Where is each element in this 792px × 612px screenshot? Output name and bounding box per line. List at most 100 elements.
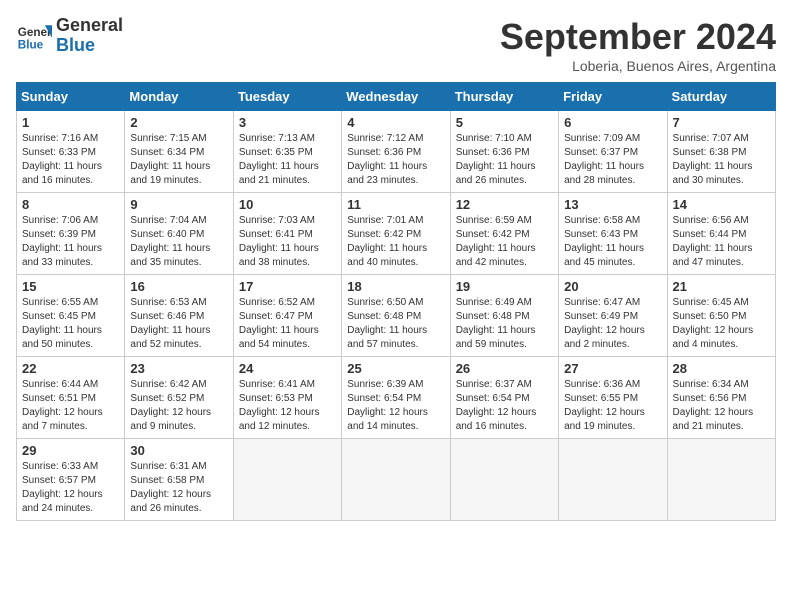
table-row: 21 Sunrise: 6:45 AMSunset: 6:50 PMDayligh…	[667, 275, 775, 357]
cell-info: Sunrise: 6:56 AMSunset: 6:44 PMDaylight:…	[673, 215, 753, 268]
day-number: 3	[239, 115, 336, 130]
table-row: 24 Sunrise: 6:41 AMSunset: 6:53 PMDayligh…	[233, 357, 341, 439]
cell-info: Sunrise: 7:01 AMSunset: 6:42 PMDaylight:…	[347, 215, 427, 268]
table-row: 18 Sunrise: 6:50 AMSunset: 6:48 PMDayligh…	[342, 275, 450, 357]
title-block: September 2024 Loberia, Buenos Aires, Ar…	[500, 16, 776, 74]
day-number: 6	[564, 115, 661, 130]
day-number: 14	[673, 197, 770, 212]
cell-info: Sunrise: 6:42 AMSunset: 6:52 PMDaylight:…	[130, 379, 211, 432]
cell-info: Sunrise: 6:55 AMSunset: 6:45 PMDaylight:…	[22, 297, 102, 350]
day-number: 4	[347, 115, 444, 130]
cell-info: Sunrise: 7:15 AMSunset: 6:34 PMDaylight:…	[130, 133, 210, 186]
cell-info: Sunrise: 6:34 AMSunset: 6:56 PMDaylight:…	[673, 379, 754, 432]
cell-info: Sunrise: 6:33 AMSunset: 6:57 PMDaylight:…	[22, 461, 103, 514]
table-row: 2 Sunrise: 7:15 AMSunset: 6:34 PMDaylight…	[125, 111, 233, 193]
calendar-header-row: Sunday Monday Tuesday Wednesday Thursday…	[17, 83, 776, 111]
cell-info: Sunrise: 6:50 AMSunset: 6:48 PMDaylight:…	[347, 297, 427, 350]
table-row: 30 Sunrise: 6:31 AMSunset: 6:58 PMDayligh…	[125, 439, 233, 521]
table-row	[342, 439, 450, 521]
table-row: 29 Sunrise: 6:33 AMSunset: 6:57 PMDayligh…	[17, 439, 125, 521]
calendar-week-row: 8Sunrise: 7:06 AMSunset: 6:39 PMDaylight…	[17, 193, 776, 275]
table-row: 25Sunrise: 6:39 AMSunset: 6:54 PMDayligh…	[342, 357, 450, 439]
day-number: 2	[130, 115, 227, 130]
day-number: 15	[22, 279, 119, 294]
cell-info: Sunrise: 6:47 AMSunset: 6:49 PMDaylight:…	[564, 297, 645, 350]
cell-info: Sunrise: 7:04 AMSunset: 6:40 PMDaylight:…	[130, 215, 210, 268]
table-row: 12 Sunrise: 6:59 AMSunset: 6:42 PMDayligh…	[450, 193, 558, 275]
col-friday: Friday	[559, 83, 667, 111]
table-row	[450, 439, 558, 521]
day-number: 8	[22, 197, 119, 212]
col-tuesday: Tuesday	[233, 83, 341, 111]
logo: General Blue General Blue	[16, 16, 123, 56]
day-number: 17	[239, 279, 336, 294]
col-wednesday: Wednesday	[342, 83, 450, 111]
table-row: 8Sunrise: 7:06 AMSunset: 6:39 PMDaylight…	[17, 193, 125, 275]
cell-info: Sunrise: 6:31 AMSunset: 6:58 PMDaylight:…	[130, 461, 211, 514]
col-monday: Monday	[125, 83, 233, 111]
table-row: 26 Sunrise: 6:37 AMSunset: 6:54 PMDayligh…	[450, 357, 558, 439]
day-number: 13	[564, 197, 661, 212]
day-number: 16	[130, 279, 227, 294]
cell-info: Sunrise: 7:03 AMSunset: 6:41 PMDaylight:…	[239, 215, 319, 268]
cell-info: Sunrise: 6:59 AMSunset: 6:42 PMDaylight:…	[456, 215, 536, 268]
day-number: 23	[130, 361, 227, 376]
month-title: September 2024	[500, 16, 776, 58]
day-number: 5	[456, 115, 553, 130]
day-number: 21	[673, 279, 770, 294]
table-row: 17Sunrise: 6:52 AMSunset: 6:47 PMDayligh…	[233, 275, 341, 357]
day-number: 1	[22, 115, 119, 130]
table-row: 27Sunrise: 6:36 AMSunset: 6:55 PMDayligh…	[559, 357, 667, 439]
logo-icon: General Blue	[16, 18, 52, 54]
cell-info: Sunrise: 6:41 AMSunset: 6:53 PMDaylight:…	[239, 379, 320, 432]
cell-info: Sunrise: 6:39 AMSunset: 6:54 PMDaylight:…	[347, 379, 428, 432]
day-number: 11	[347, 197, 444, 212]
table-row: 1 Sunrise: 7:16 AMSunset: 6:33 PMDaylight…	[17, 111, 125, 193]
table-row: 28 Sunrise: 6:34 AMSunset: 6:56 PMDayligh…	[667, 357, 775, 439]
col-sunday: Sunday	[17, 83, 125, 111]
day-number: 9	[130, 197, 227, 212]
calendar-week-row: 29 Sunrise: 6:33 AMSunset: 6:57 PMDayligh…	[17, 439, 776, 521]
day-number: 12	[456, 197, 553, 212]
day-number: 28	[673, 361, 770, 376]
col-thursday: Thursday	[450, 83, 558, 111]
day-number: 19	[456, 279, 553, 294]
cell-info: Sunrise: 7:16 AMSunset: 6:33 PMDaylight:…	[22, 133, 102, 186]
table-row	[233, 439, 341, 521]
cell-info: Sunrise: 6:49 AMSunset: 6:48 PMDaylight:…	[456, 297, 536, 350]
table-row	[559, 439, 667, 521]
calendar-table: Sunday Monday Tuesday Wednesday Thursday…	[16, 82, 776, 521]
table-row: 3Sunrise: 7:13 AMSunset: 6:35 PMDaylight…	[233, 111, 341, 193]
cell-info: Sunrise: 6:58 AMSunset: 6:43 PMDaylight:…	[564, 215, 644, 268]
table-row: 14 Sunrise: 6:56 AMSunset: 6:44 PMDayligh…	[667, 193, 775, 275]
table-row: 4Sunrise: 7:12 AMSunset: 6:36 PMDaylight…	[342, 111, 450, 193]
logo-blue-text: Blue	[56, 36, 123, 56]
day-number: 27	[564, 361, 661, 376]
day-number: 30	[130, 443, 227, 458]
table-row: 20 Sunrise: 6:47 AMSunset: 6:49 PMDayligh…	[559, 275, 667, 357]
table-row: 5Sunrise: 7:10 AMSunset: 6:36 PMDaylight…	[450, 111, 558, 193]
day-number: 22	[22, 361, 119, 376]
col-saturday: Saturday	[667, 83, 775, 111]
cell-info: Sunrise: 6:45 AMSunset: 6:50 PMDaylight:…	[673, 297, 754, 350]
table-row: 23 Sunrise: 6:42 AMSunset: 6:52 PMDayligh…	[125, 357, 233, 439]
day-number: 10	[239, 197, 336, 212]
table-row: 11 Sunrise: 7:01 AMSunset: 6:42 PMDayligh…	[342, 193, 450, 275]
cell-info: Sunrise: 6:44 AMSunset: 6:51 PMDaylight:…	[22, 379, 103, 432]
location-text: Loberia, Buenos Aires, Argentina	[500, 58, 776, 74]
day-number: 29	[22, 443, 119, 458]
day-number: 26	[456, 361, 553, 376]
day-number: 18	[347, 279, 444, 294]
cell-info: Sunrise: 6:37 AMSunset: 6:54 PMDaylight:…	[456, 379, 537, 432]
calendar-week-row: 15 Sunrise: 6:55 AMSunset: 6:45 PMDayligh…	[17, 275, 776, 357]
calendar-week-row: 1 Sunrise: 7:16 AMSunset: 6:33 PMDaylight…	[17, 111, 776, 193]
day-number: 24	[239, 361, 336, 376]
calendar-week-row: 22 Sunrise: 6:44 AMSunset: 6:51 PMDayligh…	[17, 357, 776, 439]
page-header: General Blue General Blue September 2024…	[16, 16, 776, 74]
table-row: 15 Sunrise: 6:55 AMSunset: 6:45 PMDayligh…	[17, 275, 125, 357]
table-row: 10 Sunrise: 7:03 AMSunset: 6:41 PMDayligh…	[233, 193, 341, 275]
svg-text:Blue: Blue	[18, 38, 44, 51]
day-number: 20	[564, 279, 661, 294]
day-number: 7	[673, 115, 770, 130]
table-row: 19 Sunrise: 6:49 AMSunset: 6:48 PMDayligh…	[450, 275, 558, 357]
